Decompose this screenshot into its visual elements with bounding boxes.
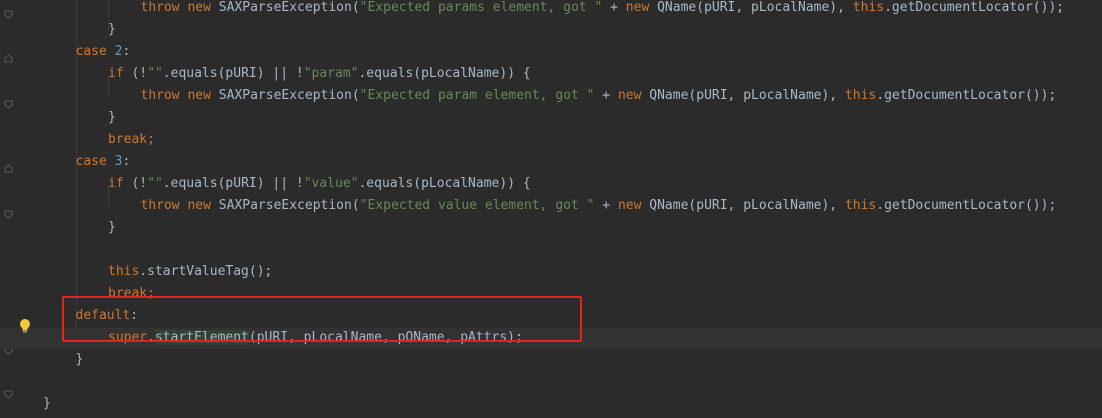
code-token: "" bbox=[147, 176, 163, 191]
code-token: QName(pURI, pLocalName), bbox=[649, 198, 845, 213]
code-line[interactable]: case 2: bbox=[0, 41, 1102, 63]
code-token: SAXParseException( bbox=[218, 0, 360, 15]
code-line[interactable]: throw new SAXParseException("Expected va… bbox=[0, 195, 1102, 217]
code-token: } bbox=[75, 352, 84, 367]
code-line[interactable]: if (!"".equals(pURI) || !"param".equals(… bbox=[0, 63, 1102, 85]
code-line[interactable]: if (!"".equals(pURI) || !"value".equals(… bbox=[0, 173, 1102, 195]
code-line-text: case 3: bbox=[76, 151, 131, 173]
code-token: : bbox=[122, 154, 131, 169]
code-line-text: break; bbox=[108, 129, 155, 151]
code-token: + bbox=[594, 198, 618, 213]
code-token: case bbox=[75, 44, 115, 59]
code-token: "Expected param element, got " bbox=[359, 88, 595, 103]
code-token: (! bbox=[131, 66, 148, 81]
code-line[interactable] bbox=[0, 239, 1102, 261]
code-token: this bbox=[108, 264, 140, 279]
code-line-text: } bbox=[76, 349, 84, 371]
code-line[interactable]: throw new SAXParseException("Expected pa… bbox=[0, 85, 1102, 107]
code-token: .equals(pLocalName)) { bbox=[358, 66, 531, 81]
code-line[interactable] bbox=[0, 371, 1102, 393]
code-token: "Expected value element, got " bbox=[359, 198, 595, 213]
code-token: ; bbox=[147, 132, 155, 147]
code-token: } bbox=[108, 22, 116, 37]
code-line-text: } bbox=[108, 19, 116, 41]
code-line[interactable]: case 3: bbox=[0, 151, 1102, 173]
code-token: } bbox=[43, 396, 51, 411]
code-line-text: } bbox=[43, 393, 51, 415]
code-token: .startValueTag(); bbox=[139, 264, 273, 279]
code-line[interactable]: } bbox=[0, 217, 1102, 239]
code-line-text: } bbox=[108, 217, 116, 239]
code-line[interactable]: } bbox=[0, 349, 1102, 371]
code-token: if bbox=[108, 176, 132, 191]
code-token: this bbox=[852, 0, 885, 15]
code-token: "" bbox=[147, 66, 163, 81]
code-line-text: throw new SAXParseException("Expected pa… bbox=[141, 85, 1057, 107]
code-line[interactable]: this.startValueTag(); bbox=[0, 261, 1102, 283]
code-token: .getDocumentLocator()); bbox=[876, 88, 1057, 103]
code-token: : bbox=[122, 44, 131, 59]
code-token: throw new bbox=[140, 0, 219, 15]
lightbulb-icon[interactable] bbox=[18, 318, 32, 334]
code-line-text: if (!"".equals(pURI) || !"param".equals(… bbox=[108, 63, 531, 85]
code-token: .getDocumentLocator()); bbox=[884, 0, 1065, 15]
code-token: throw new bbox=[140, 88, 219, 103]
code-line-text: case 2: bbox=[76, 41, 131, 63]
code-token: QName(pURI, pLocalName), bbox=[657, 0, 853, 15]
code-token: case bbox=[75, 154, 115, 169]
code-line[interactable]: } bbox=[0, 393, 1102, 415]
code-line[interactable]: } bbox=[0, 107, 1102, 129]
code-line-text: throw new SAXParseException("Expected va… bbox=[141, 195, 1057, 217]
code-token: this bbox=[844, 88, 877, 103]
code-token: break bbox=[108, 132, 148, 147]
code-line[interactable]: throw new SAXParseException("Expected pa… bbox=[0, 0, 1102, 19]
code-line[interactable]: break; bbox=[0, 129, 1102, 151]
code-token: } bbox=[108, 110, 116, 125]
code-token: + bbox=[602, 0, 626, 15]
code-token: .equals(pURI) || ! bbox=[162, 176, 304, 191]
code-token: (! bbox=[131, 176, 148, 191]
code-line[interactable]: } bbox=[0, 19, 1102, 41]
code-token: QName(pURI, pLocalName), bbox=[649, 88, 845, 103]
code-token: this bbox=[844, 198, 877, 213]
code-token: "value" bbox=[303, 176, 359, 191]
code-token: if bbox=[108, 66, 132, 81]
code-token: SAXParseException( bbox=[218, 88, 360, 103]
code-token: .equals(pURI) || ! bbox=[162, 66, 304, 81]
code-token: "Expected params element, got " bbox=[359, 0, 603, 15]
code-line-text: this.startValueTag(); bbox=[108, 261, 272, 283]
code-token: throw new bbox=[140, 198, 219, 213]
code-token: + bbox=[594, 88, 618, 103]
code-token: } bbox=[108, 220, 116, 235]
code-token: new bbox=[617, 88, 650, 103]
code-line-text: throw new SAXParseException("Expected pa… bbox=[141, 0, 1065, 19]
code-token: .equals(pLocalName)) { bbox=[358, 176, 531, 191]
code-line-text: if (!"".equals(pURI) || !"value".equals(… bbox=[108, 173, 531, 195]
code-token: "param" bbox=[303, 66, 359, 81]
code-token: new bbox=[617, 198, 650, 213]
code-token: SAXParseException( bbox=[218, 198, 360, 213]
code-token: .getDocumentLocator()); bbox=[876, 198, 1057, 213]
code-line-text: } bbox=[108, 107, 116, 129]
code-editor[interactable]: throw new SAXParseException("Expected pa… bbox=[0, 0, 1102, 418]
highlight-box bbox=[62, 296, 582, 342]
code-token: new bbox=[625, 0, 658, 15]
